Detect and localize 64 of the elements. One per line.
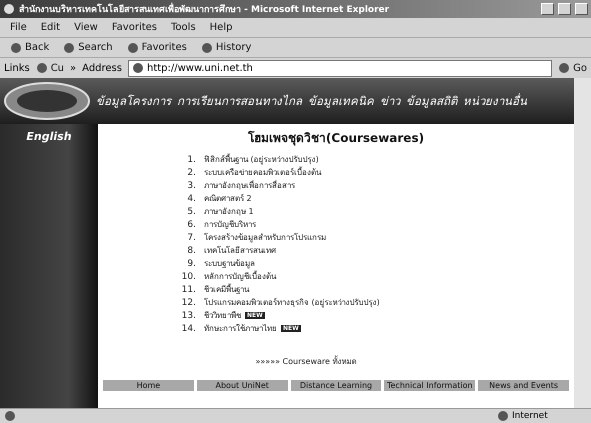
menu-item[interactable]: View xyxy=(74,22,98,33)
course-link[interactable]: โปรแกรมคอมพิวเตอร์ทางธุรกิจ (อยู่ระหว่างปรับปรุง) xyxy=(204,296,380,309)
nav-link[interactable]: หน่วยงานอื่น xyxy=(463,92,527,110)
nav-link[interactable]: ข้อมูลสถิติ xyxy=(406,92,457,110)
list-number: 4. xyxy=(186,194,196,204)
list-number: 3. xyxy=(186,180,196,190)
course-link[interactable]: คณิตศาสตร์ 2 xyxy=(204,192,252,205)
footer-nav-link[interactable]: Distance Learning xyxy=(290,380,382,391)
footer-nav-link[interactable]: Technical Information xyxy=(384,380,476,391)
list-number: 1. xyxy=(186,154,196,164)
list-number: 2. xyxy=(186,168,196,178)
course-link[interactable]: ระบบฐานข้อมูล xyxy=(204,257,255,270)
toolbar-button[interactable]: Back xyxy=(10,42,50,54)
menu-item[interactable]: Tools xyxy=(171,22,196,33)
nav-link[interactable]: การเรียนการสอนทางไกล xyxy=(177,92,302,110)
course-link[interactable]: ภาษาอังกฤษเพื่อการสื่อสาร xyxy=(204,179,295,192)
list-number: 12. xyxy=(180,298,196,308)
list-number: 13. xyxy=(180,310,196,320)
list-number: 9. xyxy=(186,258,196,268)
footer-nav-link[interactable]: Home xyxy=(103,380,194,391)
course-link[interactable]: เทคโนโลยีสารสนเทศ xyxy=(204,244,276,257)
footer-nav-link[interactable]: News and Events xyxy=(478,380,569,391)
links-label: Links xyxy=(4,62,30,74)
scrollbar[interactable] xyxy=(574,78,591,408)
nav-link[interactable]: ข่าว xyxy=(380,92,400,110)
page-heading: โฮมเพจชุดวิชา(Coursewares) xyxy=(248,130,424,147)
minimize-button[interactable] xyxy=(541,3,554,15)
list-number: 7. xyxy=(186,232,196,242)
toolbar-button[interactable]: Favorites xyxy=(126,42,187,54)
list-number: 10. xyxy=(180,272,196,282)
all-courses-link[interactable]: »»»»» Courseware ทั้งหมด xyxy=(256,355,356,368)
toolbar-button[interactable]: History xyxy=(200,42,252,54)
status-zone: Internet xyxy=(497,410,587,422)
course-link[interactable]: ทักษะการใช้ภาษาไทย xyxy=(204,322,277,335)
list-number: 6. xyxy=(186,220,196,230)
go-button[interactable]: Go xyxy=(558,62,587,74)
course-link[interactable]: โครงสร้างข้อมูลสำหรับการโปรแกรม xyxy=(204,231,326,244)
nav-link[interactable]: ข้อมูลเทคนิค xyxy=(308,92,374,110)
course-link[interactable]: การบัญชีบริหาร xyxy=(204,218,256,231)
language-link[interactable]: English xyxy=(26,130,72,144)
maximize-button[interactable] xyxy=(558,3,571,15)
course-link[interactable]: ภาษาอังกฤษ 1 xyxy=(204,205,254,218)
list-number: 8. xyxy=(186,246,196,256)
more-links[interactable]: » xyxy=(70,62,76,74)
footer-nav-link[interactable]: About UniNet xyxy=(196,380,288,391)
nav-link[interactable]: ข้อมูลโครงการ xyxy=(96,92,171,110)
course-link[interactable]: หลักการบัญชีเบื้องต้น xyxy=(204,270,276,283)
close-button[interactable] xyxy=(575,3,588,15)
list-number: 5. xyxy=(186,206,196,216)
list-number: 11. xyxy=(180,284,196,294)
menu-item[interactable]: File xyxy=(10,22,27,33)
link-button[interactable]: Cu xyxy=(36,62,64,74)
address-field[interactable]: http://www.uni.net.th xyxy=(128,60,552,76)
course-link[interactable]: ระบบเครือข่ายคอมพิวเตอร์เบื้องต้น xyxy=(204,166,321,179)
course-link[interactable]: ฟิสิกส์พื้นฐาน (อยู่ระหว่างปรับปรุง) xyxy=(204,153,319,166)
menu-item[interactable]: Edit xyxy=(40,22,60,33)
menu-item[interactable]: Help xyxy=(210,22,232,33)
course-link[interactable]: ชีววิทยาพืช xyxy=(204,309,241,322)
address-label: Address xyxy=(82,62,122,74)
toolbar-button[interactable]: Search xyxy=(63,42,113,54)
window-title: สำนักงานบริหารเทคโนโลยีสารสนเทศเพื่อพัฒนาการศึกษา - Microsoft Internet Explorer xyxy=(19,2,537,16)
course-link[interactable]: ชีวเคมีพื้นฐาน xyxy=(204,283,249,296)
list-number: 14. xyxy=(180,324,196,334)
menu-item[interactable]: Favorites xyxy=(112,22,158,33)
